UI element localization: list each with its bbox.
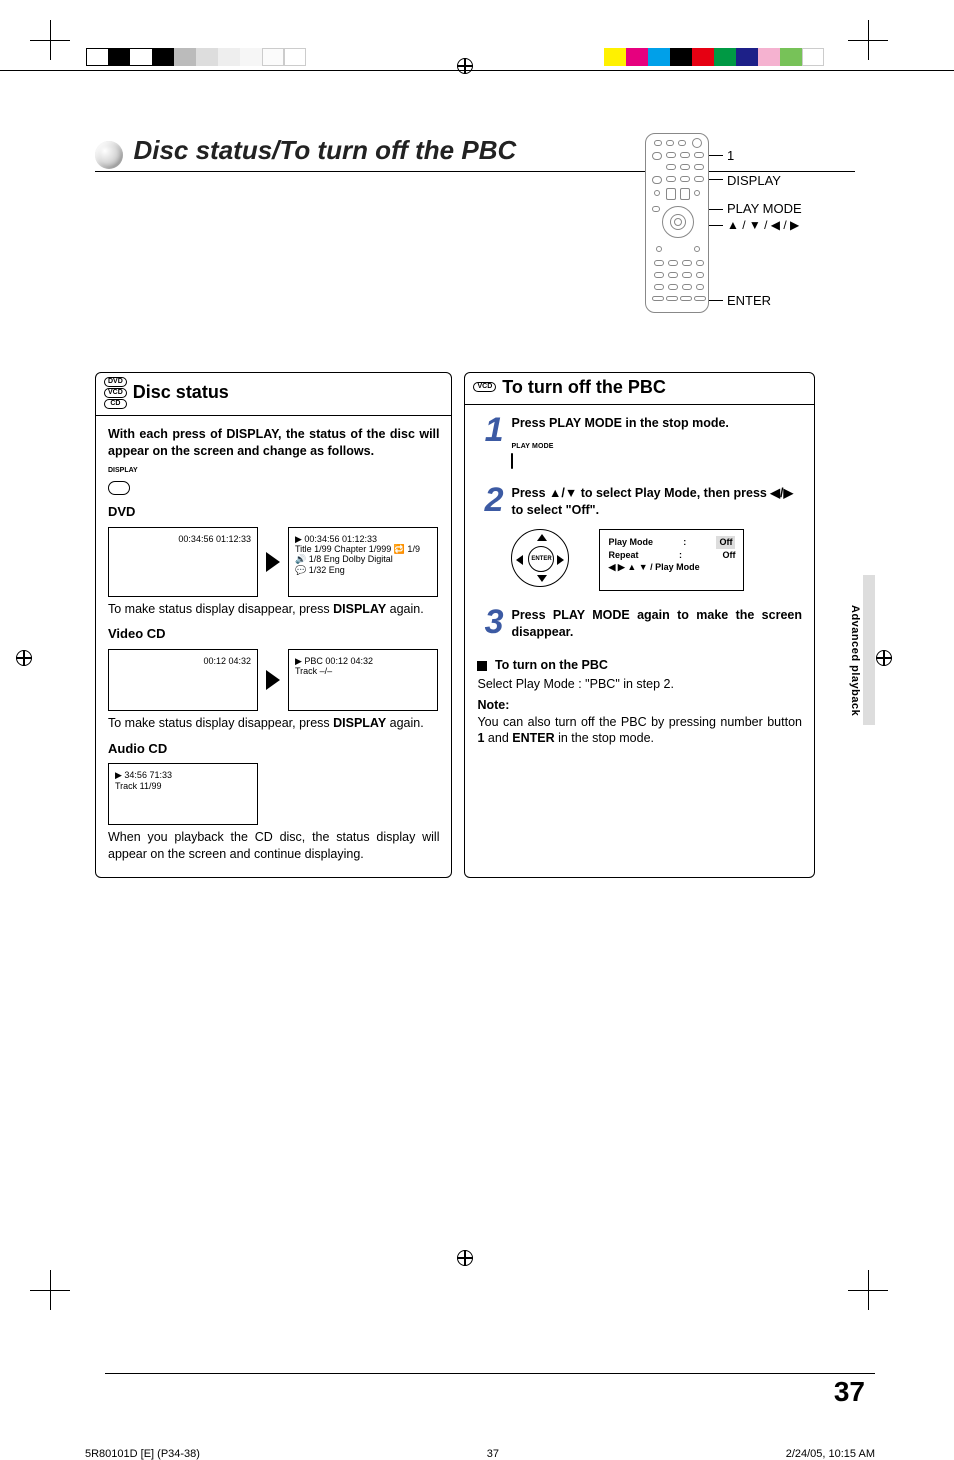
remote-diagram: 1 DISPLAY PLAY MODE ▲ / ▼ / ◀ / ▶ ENTER <box>645 133 875 313</box>
side-tab-stripe <box>863 575 875 725</box>
square-bullet-icon <box>477 661 487 671</box>
step-1-text: Press PLAY MODE in the stop mode. <box>511 416 728 430</box>
footer-center: 37 <box>487 1448 499 1460</box>
registration-mark-top <box>457 58 473 74</box>
footer: 5R80101D [E] (P34-38) 37 2/24/05, 10:15 … <box>85 1448 875 1460</box>
format-badges: DVD VCD CD <box>104 377 127 409</box>
pbc-heading: To turn off the PBC <box>502 377 666 398</box>
note-body: You can also turn off the PBC by pressin… <box>477 714 802 748</box>
crop-mark <box>848 1270 888 1310</box>
side-tab-label: Advanced playback <box>849 605 861 716</box>
acd-screen: ▶ 34:56 71:33 Track 11/99 <box>108 763 258 825</box>
vcd-note: To make status display disappear, press … <box>108 715 439 732</box>
acd-heading: Audio CD <box>108 740 439 758</box>
registration-mark-left <box>16 650 32 666</box>
acd-note: When you playback the CD disc, the statu… <box>108 829 439 863</box>
step-3-number: 3 <box>477 607 503 641</box>
remote-label-arrows: ▲ / ▼ / ◀ / ▶ <box>727 218 799 232</box>
dvd-heading: DVD <box>108 503 439 521</box>
note-heading: Note: <box>477 697 802 714</box>
title-orb-icon <box>95 141 123 169</box>
disc-status-intro: With each press of DISPLAY, the status o… <box>108 426 439 460</box>
footer-left: 5R80101D [E] (P34-38) <box>85 1448 200 1460</box>
turn-on-body: Select Play Mode : "PBC" in step 2. <box>477 676 802 693</box>
badge-cd: CD <box>104 399 127 409</box>
playmode-button-icon <box>511 453 513 469</box>
step-2-number: 2 <box>477 485 503 591</box>
crop-mark <box>848 20 888 60</box>
remote-label-playmode: PLAY MODE <box>727 201 802 216</box>
page-number-rule <box>105 1373 875 1374</box>
step-2: 2 Press ▲/▼ to select Play Mode, then pr… <box>477 485 802 591</box>
dvd-note: To make status display disappear, press … <box>108 601 439 618</box>
step-3: 3 Press PLAY MODE again to make the scre… <box>477 607 802 641</box>
registration-mark-bottom <box>457 1250 473 1266</box>
dvd-screen-1: 00:34:56 01:12:33 <box>108 527 258 597</box>
top-rule <box>0 70 954 71</box>
step-1: 1 Press PLAY MODE in the stop mode. PLAY… <box>477 415 802 470</box>
badge-vcd: VCD <box>104 388 127 398</box>
page-number: 37 <box>834 1376 865 1408</box>
registration-mark-right <box>876 650 892 666</box>
display-btn-label: DISPLAY <box>108 466 439 475</box>
pbc-section: VCD To turn off the PBC 1 Press PLAY MOD… <box>464 372 815 878</box>
remote-label-1: 1 <box>727 148 734 163</box>
page-title: Disc status/To turn off the PBC <box>133 135 516 165</box>
vcd-heading: Video CD <box>108 625 439 643</box>
remote-label-enter: ENTER <box>727 293 771 308</box>
crop-mark <box>30 1270 70 1310</box>
step-1-number: 1 <box>477 415 503 470</box>
turn-on-heading: To turn on the PBC <box>477 657 802 674</box>
remote-label-display: DISPLAY <box>727 173 781 188</box>
crop-mark <box>30 20 70 60</box>
disc-status-section: DVD VCD CD Disc status With each press o… <box>95 372 452 878</box>
playmode-btn-label: PLAY MODE <box>511 443 553 450</box>
arrow-right-icon <box>266 670 280 690</box>
step-3-text: Press PLAY MODE again to make the screen… <box>511 607 802 641</box>
display-button-icon <box>108 481 130 495</box>
badge-dvd: DVD <box>104 377 127 387</box>
footer-right: 2/24/05, 10:15 AM <box>786 1448 875 1460</box>
disc-status-heading: Disc status <box>133 382 229 403</box>
dpad-icon: ENTER <box>511 529 569 587</box>
badge-vcd-right: VCD <box>473 382 496 392</box>
dvd-screen-2: ▶ 00:34:56 01:12:33 Title 1/99 Chapter 1… <box>288 527 438 597</box>
arrow-right-icon <box>266 552 280 572</box>
vcd-screen-1: 00:12 04:32 <box>108 649 258 711</box>
print-color-bars <box>0 48 954 66</box>
osd-playmode: Play Mode : Off Repeat : Off ◀ ▶ ▲ ▼ / P… <box>599 529 744 591</box>
vcd-screen-2: ▶ PBC 00:12 04:32 Track –/– <box>288 649 438 711</box>
